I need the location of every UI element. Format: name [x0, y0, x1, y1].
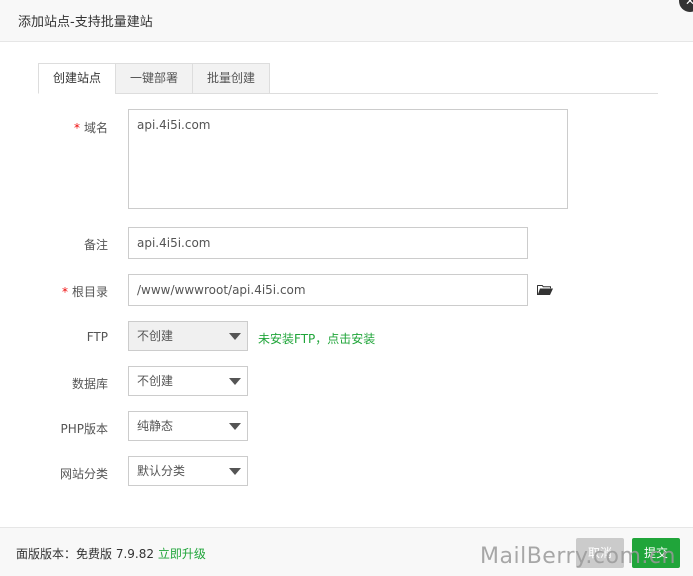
chevron-down-icon — [229, 423, 241, 430]
php-version-label: PHP版本 — [60, 422, 109, 436]
database-select[interactable]: 不创建 — [128, 366, 248, 396]
tab-bar: 创建站点 一键部署 批量创建 — [38, 63, 271, 94]
remark-label: 备注 — [83, 238, 108, 252]
dialog-title: 添加站点-支持批量建站 — [18, 15, 153, 30]
folder-open-icon[interactable] — [537, 284, 553, 296]
ftp-selected-value: 不创建 — [137, 329, 174, 343]
site-category-select[interactable]: 默认分类 — [128, 456, 248, 486]
required-mark: * — [73, 121, 80, 135]
php-version-select[interactable]: 纯静态 — [128, 411, 248, 441]
database-label: 数据库 — [71, 377, 108, 391]
required-mark: * — [61, 285, 68, 299]
watermark: MailBerry.com.cn — [480, 544, 676, 569]
install-ftp-link[interactable]: 未安装FTP，点击安装 — [258, 330, 375, 347]
tab-batch-create[interactable]: 批量创建 — [192, 63, 271, 94]
php-selected-value: 纯静态 — [137, 419, 174, 433]
root-dir-label: * 根目录 — [61, 285, 108, 299]
chevron-down-icon — [229, 378, 241, 385]
domain-textarea[interactable]: api.4i5i.com — [128, 109, 568, 209]
panel-version: 面版版本：免费版 7.9.82 立即升级 — [16, 545, 206, 562]
title-bar: 添加站点-支持批量建站 ✕ — [0, 0, 693, 42]
root-dir-input[interactable] — [128, 274, 528, 306]
tab-one-click-deploy[interactable]: 一键部署 — [115, 63, 193, 94]
domain-label: * 域名 — [73, 121, 108, 135]
ftp-label: FTP — [86, 330, 108, 344]
chevron-down-icon — [229, 333, 241, 340]
upgrade-link[interactable]: 立即升级 — [158, 547, 206, 561]
remark-input[interactable] — [128, 227, 528, 259]
ftp-select[interactable]: 不创建 — [128, 321, 248, 351]
chevron-down-icon — [229, 468, 241, 475]
database-selected-value: 不创建 — [137, 374, 174, 388]
version-text: 面版版本：免费版 7.9.82 — [16, 547, 154, 561]
site-category-label: 网站分类 — [59, 467, 108, 481]
category-selected-value: 默认分类 — [137, 464, 186, 478]
close-icon[interactable]: ✕ — [679, 0, 693, 12]
tab-create-site[interactable]: 创建站点 — [38, 63, 116, 94]
